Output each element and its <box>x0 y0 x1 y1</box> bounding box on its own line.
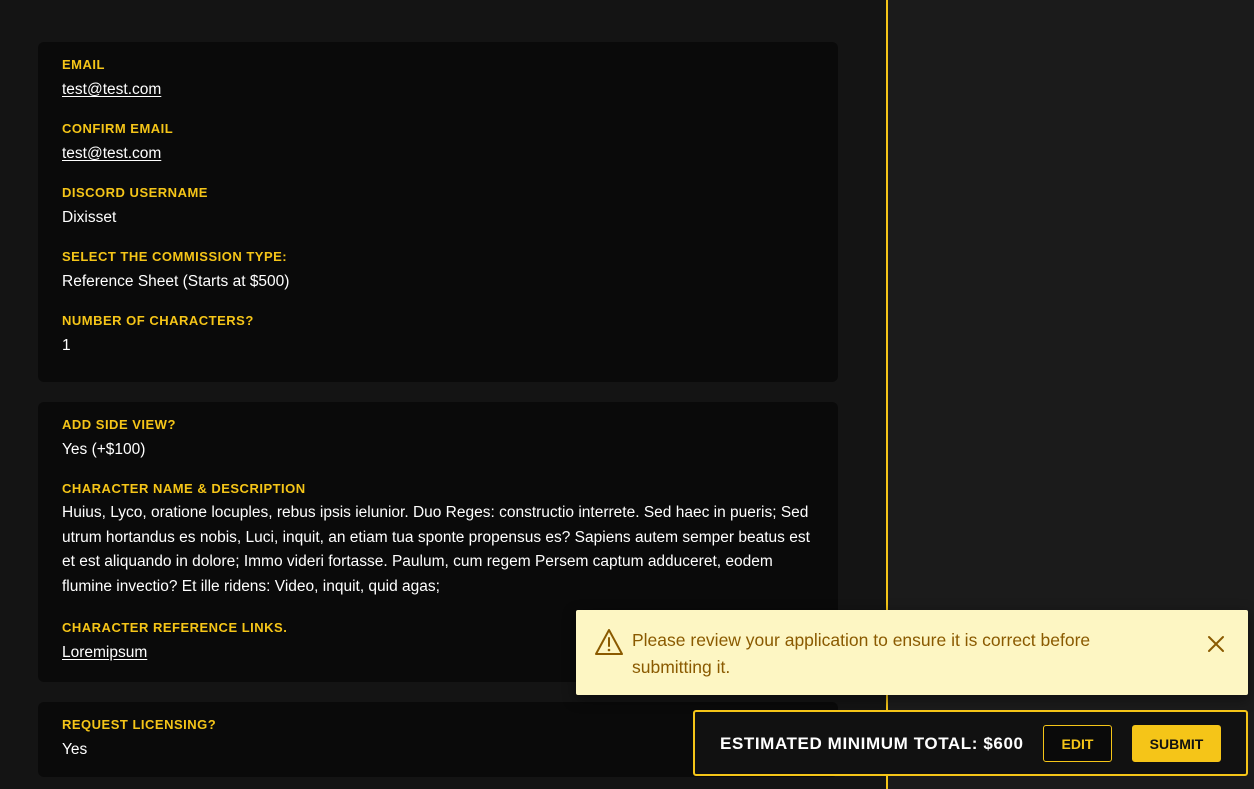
field-value: Yes (+$100) <box>62 441 146 458</box>
field-label: ADD SIDE VIEW? <box>62 417 176 432</box>
estimated-total: ESTIMATED MINIMUM TOTAL: $600 <box>720 734 1024 753</box>
email-link[interactable]: test@test.com <box>62 80 814 100</box>
review-page: EMAIL test@test.com CONFIRM EMAIL test@t… <box>0 0 1254 789</box>
discord-username-field: DISCORD USERNAME Dixisset <box>62 185 814 228</box>
confirm-email-field: CONFIRM EMAIL test@test.com <box>62 121 814 164</box>
field-label: SELECT THE COMMISSION TYPE: <box>62 249 288 264</box>
field-label: EMAIL <box>62 57 105 72</box>
field-value: Dixisset <box>62 209 117 226</box>
number-of-characters-field: NUMBER OF CHARACTERS? 1 <box>62 313 814 356</box>
side-view-field: ADD SIDE VIEW? Yes (+$100) <box>62 417 814 460</box>
field-value: 1 <box>62 337 71 354</box>
character-description-field: CHARACTER NAME & DESCRIPTION Huius, Lyco… <box>62 481 814 599</box>
estimated-total-bar: ESTIMATED MINIMUM TOTAL: $600 EDIT SUBMI… <box>693 710 1248 776</box>
email-field: EMAIL test@test.com <box>62 57 814 100</box>
field-label: CHARACTER NAME & DESCRIPTION <box>62 481 306 496</box>
field-label: NUMBER OF CHARACTERS? <box>62 313 254 328</box>
commission-type-field: SELECT THE COMMISSION TYPE: Reference Sh… <box>62 249 814 292</box>
contact-details-card: EMAIL test@test.com CONFIRM EMAIL test@t… <box>38 42 838 382</box>
confirm-email-link[interactable]: test@test.com <box>62 144 814 164</box>
close-icon[interactable] <box>1204 632 1228 656</box>
warning-triangle-icon <box>595 629 623 655</box>
submit-button[interactable]: SUBMIT <box>1132 725 1221 762</box>
field-label: DISCORD USERNAME <box>62 185 208 200</box>
edit-button[interactable]: EDIT <box>1043 725 1112 762</box>
field-label: CONFIRM EMAIL <box>62 121 174 136</box>
field-value: Huius, Lyco, oratione locuples, rebus ip… <box>62 504 810 595</box>
field-value: Reference Sheet (Starts at $500) <box>62 273 290 290</box>
warning-toast: Please review your application to ensure… <box>576 610 1248 695</box>
toast-message: Please review your application to ensure… <box>632 630 1091 677</box>
